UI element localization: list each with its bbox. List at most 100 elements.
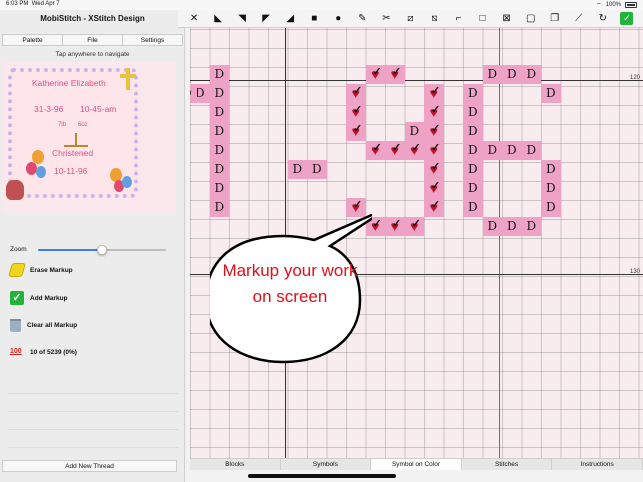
battery-icon [625, 2, 637, 8]
close-icon[interactable]: ✕ [188, 12, 201, 25]
marked-stitch-cell[interactable]: ♥ ✓ [346, 122, 366, 141]
zoom-slider-fill [38, 249, 102, 251]
stitch-cell[interactable]: D [209, 84, 229, 103]
stitch-cell[interactable]: D [521, 217, 541, 236]
menu-settings[interactable]: Settings [123, 35, 182, 45]
tab-stitches[interactable]: Stitches [462, 459, 553, 470]
list-item [8, 394, 178, 412]
triangle-icon[interactable]: ◢ [284, 12, 297, 25]
brush-icon[interactable]: ✎ [356, 12, 369, 25]
stitch-cell[interactable]: D [209, 141, 229, 160]
bottom-tabs: Blocks Symbols Symbol on Color Stitches Inst… [190, 458, 643, 470]
zoom-label: Zoom [10, 246, 27, 253]
marked-stitch-cell[interactable]: ♥ ✓ [404, 217, 424, 236]
stitch-cell[interactable]: D [209, 179, 229, 198]
stitch-cell[interactable]: D [463, 198, 483, 217]
marked-stitch-cell[interactable]: ♥ ✓ [424, 198, 444, 217]
stitch-cell[interactable]: D [463, 122, 483, 141]
tool-bar: ✕ ◣ ◥ ◤ ◢ ■ ● ✎ ✂ ⧄ ⧅ ⌐ □ ⊠ ▢ ❐ ⟋ ↻ ✓ [178, 10, 643, 28]
stitch-cell[interactable]: D [521, 65, 541, 84]
zoom-slider-knob[interactable] [97, 245, 107, 255]
zoom-slider[interactable] [38, 245, 166, 255]
corner-icon[interactable]: ⌐ [452, 12, 465, 25]
status-time: 6:03 PM Wed Apr 7 [6, 1, 60, 7]
hundred-points-icon: 100 [10, 348, 22, 355]
stitch-cell[interactable]: D [463, 103, 483, 122]
menu-palette[interactable]: Palette [3, 35, 63, 45]
row-label: 120 [629, 75, 640, 81]
clear-markup-button[interactable]: Clear all Markup [10, 317, 77, 333]
stitch-cell[interactable]: D [190, 84, 197, 103]
stitch-cell[interactable]: D [209, 160, 229, 179]
stitch-cell[interactable]: D [541, 84, 561, 103]
square-outline-icon[interactable]: □ [476, 12, 489, 25]
callout-text: Markup your work on screen [222, 261, 358, 306]
marked-stitch-cell[interactable]: ♥ ✓ [385, 217, 405, 236]
marked-stitch-cell[interactable]: ♥ ✓ [385, 65, 405, 84]
stitch-cell[interactable]: D [463, 141, 483, 160]
erase-markup-button[interactable]: Erase Markup [8, 262, 73, 278]
stitch-cell[interactable]: D [521, 141, 541, 160]
stitch-cell[interactable]: D [541, 160, 561, 179]
marked-stitch-cell[interactable]: ♥ ✓ [365, 65, 385, 84]
tab-symbol-on-color[interactable]: Symbol on Color [371, 459, 462, 470]
stitch-cell[interactable]: D [502, 217, 522, 236]
stitch-cell[interactable]: D [502, 65, 522, 84]
stitch-cell[interactable]: D [209, 65, 229, 84]
pen-icon[interactable]: ⧄ [404, 12, 417, 25]
stamp-icon[interactable]: ⊠ [500, 12, 513, 25]
stitch-cell[interactable]: D [463, 179, 483, 198]
thread-list [8, 376, 178, 464]
home-indicator [248, 474, 396, 478]
eraser-icon [8, 263, 26, 277]
marked-stitch-cell[interactable]: ♥ ✓ [404, 141, 424, 160]
preview-weight-oz: 6oz [78, 122, 88, 128]
check-icon: ✓ [10, 291, 24, 305]
status-right: ⌔ 100% [596, 1, 637, 9]
stitch-cell[interactable]: D [482, 217, 502, 236]
stitch-cell[interactable]: D [209, 122, 229, 141]
stitch-cell[interactable]: D [541, 198, 561, 217]
stitch-cell[interactable]: D [209, 103, 229, 122]
row-label: 130 [629, 269, 640, 275]
corner-tr-icon[interactable]: ◤ [260, 12, 273, 25]
stitch-cell[interactable]: D [463, 84, 483, 103]
stitch-cell[interactable]: D [463, 160, 483, 179]
tab-blocks[interactable]: Blocks [190, 459, 281, 470]
circle-icon[interactable]: ● [332, 12, 345, 25]
balloon-icon [36, 166, 46, 178]
arrow-nw-icon[interactable]: ◣ [212, 12, 225, 25]
markup-progress-label: 10 of 5239 (0%) [30, 348, 77, 356]
stitch-cell[interactable]: D [307, 160, 327, 179]
select-icon[interactable]: ▢ [524, 12, 537, 25]
tab-instructions[interactable]: Instructions [552, 459, 643, 470]
menu-file[interactable]: File [63, 35, 123, 45]
scissors-icon[interactable]: ✂ [380, 12, 393, 25]
eyedropper-icon[interactable]: ⟋ [572, 12, 585, 25]
wifi-icon: ⌔ [596, 3, 602, 9]
preview-weight-lbs: 7lb [58, 122, 67, 128]
redo-icon[interactable]: ↻ [596, 12, 609, 25]
add-markup-button[interactable]: ✓ Add Markup [10, 290, 68, 306]
tab-symbols[interactable]: Symbols [281, 459, 372, 470]
arrow-se-icon[interactable]: ◥ [236, 12, 249, 25]
stitch-cell[interactable]: D [482, 65, 502, 84]
erase-markup-label: Erase Markup [30, 266, 73, 274]
preview-time1: 10-45-am [80, 104, 117, 114]
marked-stitch-cell[interactable]: ♥ ✓ [385, 141, 405, 160]
stitch-cell[interactable]: D [287, 160, 307, 179]
stitch-cell[interactable]: D [482, 141, 502, 160]
markup-check-icon[interactable]: ✓ [620, 12, 634, 25]
layers-icon[interactable]: ❐ [548, 12, 561, 25]
marked-stitch-cell[interactable]: ♥ ✓ [424, 141, 444, 160]
app-title: MobiStitch - XStitch Design [40, 14, 145, 23]
design-preview[interactable]: Katherine Elizabeth 31-3-96 10-45-am 7lb… [2, 62, 176, 212]
stitch-cell[interactable]: D [541, 179, 561, 198]
marked-stitch-cell[interactable]: ♥ ✓ [365, 141, 385, 160]
diagonal-icon[interactable]: ⧅ [428, 12, 441, 25]
stitch-cell[interactable]: D [502, 141, 522, 160]
left-panel: MobiStitch - XStitch Design Palette File… [0, 10, 185, 482]
fill-square-icon[interactable]: ■ [308, 12, 321, 25]
add-thread-button[interactable]: Add New Thread [2, 460, 177, 472]
trash-icon [10, 318, 21, 332]
